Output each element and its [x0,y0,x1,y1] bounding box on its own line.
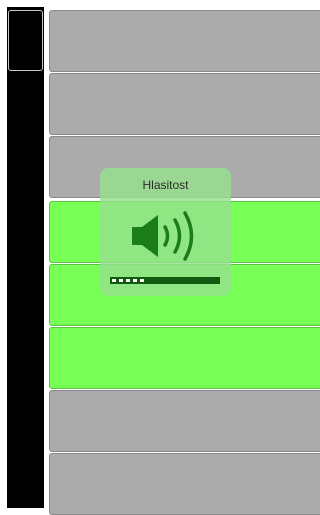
volume-segment [133,279,137,282]
volume-segment [126,279,130,282]
speaker-volume-icon [132,211,194,261]
volume-segment [140,279,144,282]
list-row-2[interactable] [49,73,320,135]
list-row-1[interactable] [49,10,320,72]
sidebar-tab[interactable] [8,10,43,71]
volume-segment [119,279,123,282]
list-row-7[interactable] [49,390,320,452]
volume-title: Hlasitost [142,178,189,192]
list-row-6[interactable] [49,327,320,389]
sidebar [7,7,44,508]
list-row-8[interactable] [49,453,320,515]
volume-level-bar [110,277,220,284]
volume-segment [112,279,116,282]
